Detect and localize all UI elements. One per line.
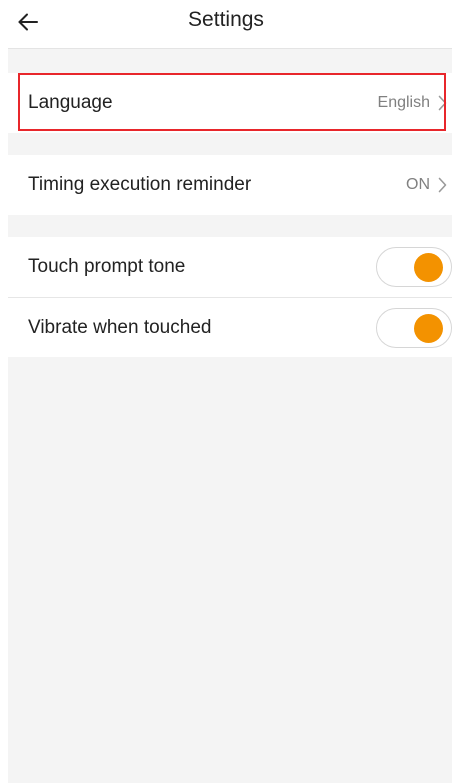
- timing-reminder-value: ON: [406, 176, 430, 193]
- chevron-right-icon: [438, 177, 448, 193]
- vibrate-label: Vibrate when touched: [28, 316, 212, 338]
- settings-screen: Settings Language English Timing executi…: [0, 0, 452, 783]
- language-label: Language: [28, 92, 113, 113]
- vibrate-row: Vibrate when touched: [8, 297, 452, 357]
- settings-content: Language English Timing execution remind…: [8, 48, 452, 783]
- timing-group: Timing execution reminder ON: [8, 155, 452, 215]
- timing-reminder-label: Timing execution reminder: [28, 174, 252, 195]
- vibrate-toggle[interactable]: [376, 307, 452, 348]
- app-header: Settings: [0, 0, 452, 48]
- page-title: Settings: [188, 8, 264, 31]
- timing-reminder-row[interactable]: Timing execution reminder ON: [8, 155, 452, 215]
- touch-tone-label: Touch prompt tone: [28, 256, 186, 277]
- language-group: Language English: [8, 73, 452, 133]
- toggle-knob: [414, 313, 443, 343]
- toggle-knob: [414, 253, 443, 282]
- toggle-group: Touch prompt tone Vibrate when touched: [8, 237, 452, 357]
- touch-tone-row: Touch prompt tone: [8, 237, 452, 297]
- language-value: English: [377, 94, 430, 111]
- language-row[interactable]: Language English: [8, 73, 452, 133]
- chevron-right-icon: [438, 95, 448, 111]
- touch-tone-toggle[interactable]: [376, 247, 452, 287]
